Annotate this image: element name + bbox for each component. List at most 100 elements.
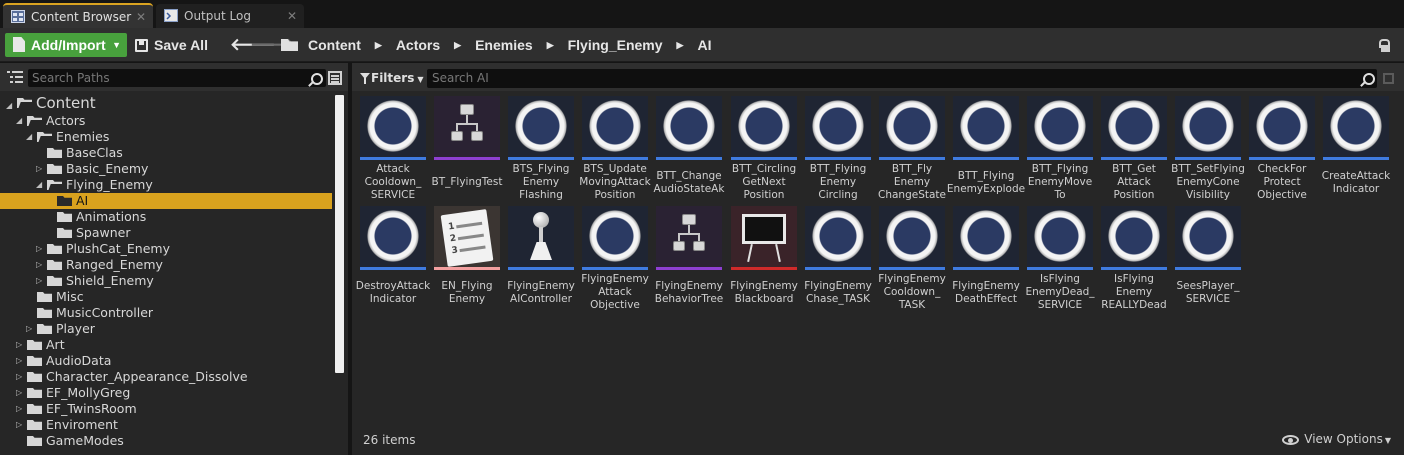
search-icon[interactable]: [308, 73, 323, 87]
tree-item-misc[interactable]: Misc: [0, 289, 332, 305]
breadcrumb-separator-icon[interactable]: ▶: [547, 40, 554, 51]
folder-icon: [281, 39, 298, 51]
breadcrumb-item-content[interactable]: Content: [308, 37, 361, 53]
asset-grid: Attack Cooldown_ SERVICE BT_FlyingTest BTS…: [352, 93, 1404, 423]
asset-thumbnail: [953, 96, 1019, 160]
search-assets-input[interactable]: Search AI: [427, 69, 1377, 88]
lock-icon[interactable]: [1378, 39, 1390, 52]
tree-item-gamemodes[interactable]: GameModes: [0, 433, 332, 449]
expanded-arrow-icon[interactable]: ◢: [26, 129, 32, 145]
tab-output-log[interactable]: Output Log ✕: [156, 4, 304, 28]
asset-thumbnail: [582, 206, 648, 270]
folder-icon: [27, 404, 42, 414]
breadcrumb-separator-icon[interactable]: ▶: [677, 40, 684, 51]
breadcrumb-item-actors[interactable]: Actors: [396, 37, 440, 53]
tree-item-label: EF_MollyGreg: [46, 385, 131, 400]
breadcrumb-item-flying-enemy[interactable]: Flying_Enemy: [568, 37, 663, 53]
asset-thumbnail: [805, 206, 871, 270]
asset-type-strip: [1101, 267, 1167, 270]
tree-item-musiccontroller[interactable]: MusicController: [0, 305, 332, 321]
close-icon[interactable]: ✕: [287, 4, 297, 28]
blueprint-class-icon: [663, 100, 715, 152]
tab-label: Output Log: [184, 9, 251, 23]
asset-thumbnail: [360, 206, 426, 270]
tree-item-plushcat-enemy[interactable]: ▷ PlushCat_Enemy: [0, 241, 332, 257]
asset-type-strip: [805, 157, 871, 160]
tab-content-browser[interactable]: Content Browser ✕: [3, 3, 153, 28]
collapsed-arrow-icon[interactable]: ▷: [16, 417, 22, 433]
tree-scrollbar[interactable]: [333, 91, 346, 455]
asset-name: BTT_Fly Enemy ChangeState: [878, 163, 946, 201]
tree-item-flying-enemy[interactable]: ◢ Flying_Enemy: [0, 177, 332, 193]
collapsed-arrow-icon[interactable]: ▷: [36, 257, 42, 273]
content-browser-toolbar: Add/Import ▼ Save All 🡐 🡒 Content ▶ Acto…: [0, 28, 1404, 62]
tree-item-character-appearance-dissolve[interactable]: ▷ Character_Appearance_Dissolve: [0, 369, 332, 385]
search-icon[interactable]: [1360, 73, 1375, 87]
view-options-button[interactable]: View Options ▼: [1282, 432, 1391, 448]
save-search-icon[interactable]: [1383, 73, 1394, 84]
breadcrumb-item-ai[interactable]: AI: [697, 37, 711, 53]
tree-item-content[interactable]: ◢ Content: [0, 93, 332, 113]
sources-menu-icon[interactable]: [328, 71, 342, 85]
collapsed-arrow-icon[interactable]: ▷: [16, 401, 22, 417]
collapsed-arrow-icon[interactable]: ▷: [36, 273, 42, 289]
expanded-arrow-icon[interactable]: ◢: [16, 113, 22, 129]
folder-icon: [27, 420, 42, 430]
asset-type-strip: [434, 267, 500, 270]
asset-name: FlyingEnemy Blackboard: [730, 280, 798, 305]
add-import-button[interactable]: Add/Import ▼: [5, 33, 127, 57]
collapsed-arrow-icon[interactable]: ▷: [36, 161, 42, 177]
save-icon: [135, 39, 148, 52]
tree-item-enviroment[interactable]: ▷ Enviroment: [0, 417, 332, 433]
tree-item-animations[interactable]: Animations: [0, 209, 332, 225]
tree-item-actors[interactable]: ◢ Actors: [0, 113, 332, 129]
collapsed-arrow-icon[interactable]: ▷: [26, 321, 32, 337]
tree-item-audiodata[interactable]: ▷ AudioData: [0, 353, 332, 369]
collapsed-arrow-icon[interactable]: ▷: [16, 385, 22, 401]
blueprint-class-icon: [1182, 100, 1234, 152]
breadcrumb-separator-icon[interactable]: ▶: [454, 40, 461, 51]
close-icon[interactable]: ✕: [136, 5, 146, 29]
blueprint-class-icon: [1034, 100, 1086, 152]
filters-button[interactable]: Filters ▼: [360, 70, 424, 88]
tree-item-player[interactable]: ▷ Player: [0, 321, 332, 337]
asset-thumbnail: [508, 206, 574, 270]
search-paths-input[interactable]: Search Paths: [28, 69, 326, 87]
tree-item-ef-twinsroom[interactable]: ▷ EF_TwinsRoom: [0, 401, 332, 417]
folder-open-icon: [37, 132, 52, 142]
breadcrumb-separator-icon[interactable]: ▶: [375, 40, 382, 51]
collapsed-arrow-icon[interactable]: ▷: [16, 353, 22, 369]
save-all-button[interactable]: Save All: [134, 33, 208, 57]
expanded-arrow-icon[interactable]: ◢: [36, 177, 42, 193]
tree-item-enemies[interactable]: ◢ Enemies: [0, 129, 332, 145]
tree-item-label: Actors: [46, 113, 86, 128]
tree-item-baseclas[interactable]: BaseClas: [0, 145, 332, 161]
breadcrumb: Content ▶ Actors ▶ Enemies ▶ Flying_Enem…: [281, 33, 711, 57]
collapsed-arrow-icon[interactable]: ▷: [36, 241, 42, 257]
tree-item-ranged-enemy[interactable]: ▷ Ranged_Enemy: [0, 257, 332, 273]
tree-item-label: AI: [76, 193, 89, 208]
tree-item-spawner[interactable]: Spawner: [0, 225, 332, 241]
tree-options-icon[interactable]: [7, 71, 23, 84]
tree-item-label: Animations: [76, 209, 147, 224]
tree-item-ef-mollygreg[interactable]: ▷ EF_MollyGreg: [0, 385, 332, 401]
scrollbar-thumb[interactable]: [335, 95, 344, 373]
view-options-label: View Options: [1304, 432, 1383, 446]
asset-thumbnail: [1027, 206, 1093, 270]
asset-type-strip: [434, 157, 500, 160]
collapsed-arrow-icon[interactable]: ▷: [16, 369, 22, 385]
asset-thumbnail: [953, 206, 1019, 270]
asset-name: CheckFor Protect Objective: [1257, 163, 1307, 201]
asset-thumbnail: [656, 206, 722, 270]
add-import-label: Add/Import: [31, 37, 106, 53]
folder-icon: [27, 388, 42, 398]
tree-item-art[interactable]: ▷ Art: [0, 337, 332, 353]
blackboard-icon: [742, 214, 786, 244]
tree-item-basic-enemy[interactable]: ▷ Basic_Enemy: [0, 161, 332, 177]
collapsed-arrow-icon[interactable]: ▷: [16, 337, 22, 353]
tree-item-shield-enemy[interactable]: ▷ Shield_Enemy: [0, 273, 332, 289]
tree-item-ai[interactable]: AI: [0, 193, 332, 209]
breadcrumb-item-enemies[interactable]: Enemies: [475, 37, 533, 53]
ai-controller-icon: [530, 212, 552, 262]
tree-item-label: Flying_Enemy: [66, 177, 153, 192]
